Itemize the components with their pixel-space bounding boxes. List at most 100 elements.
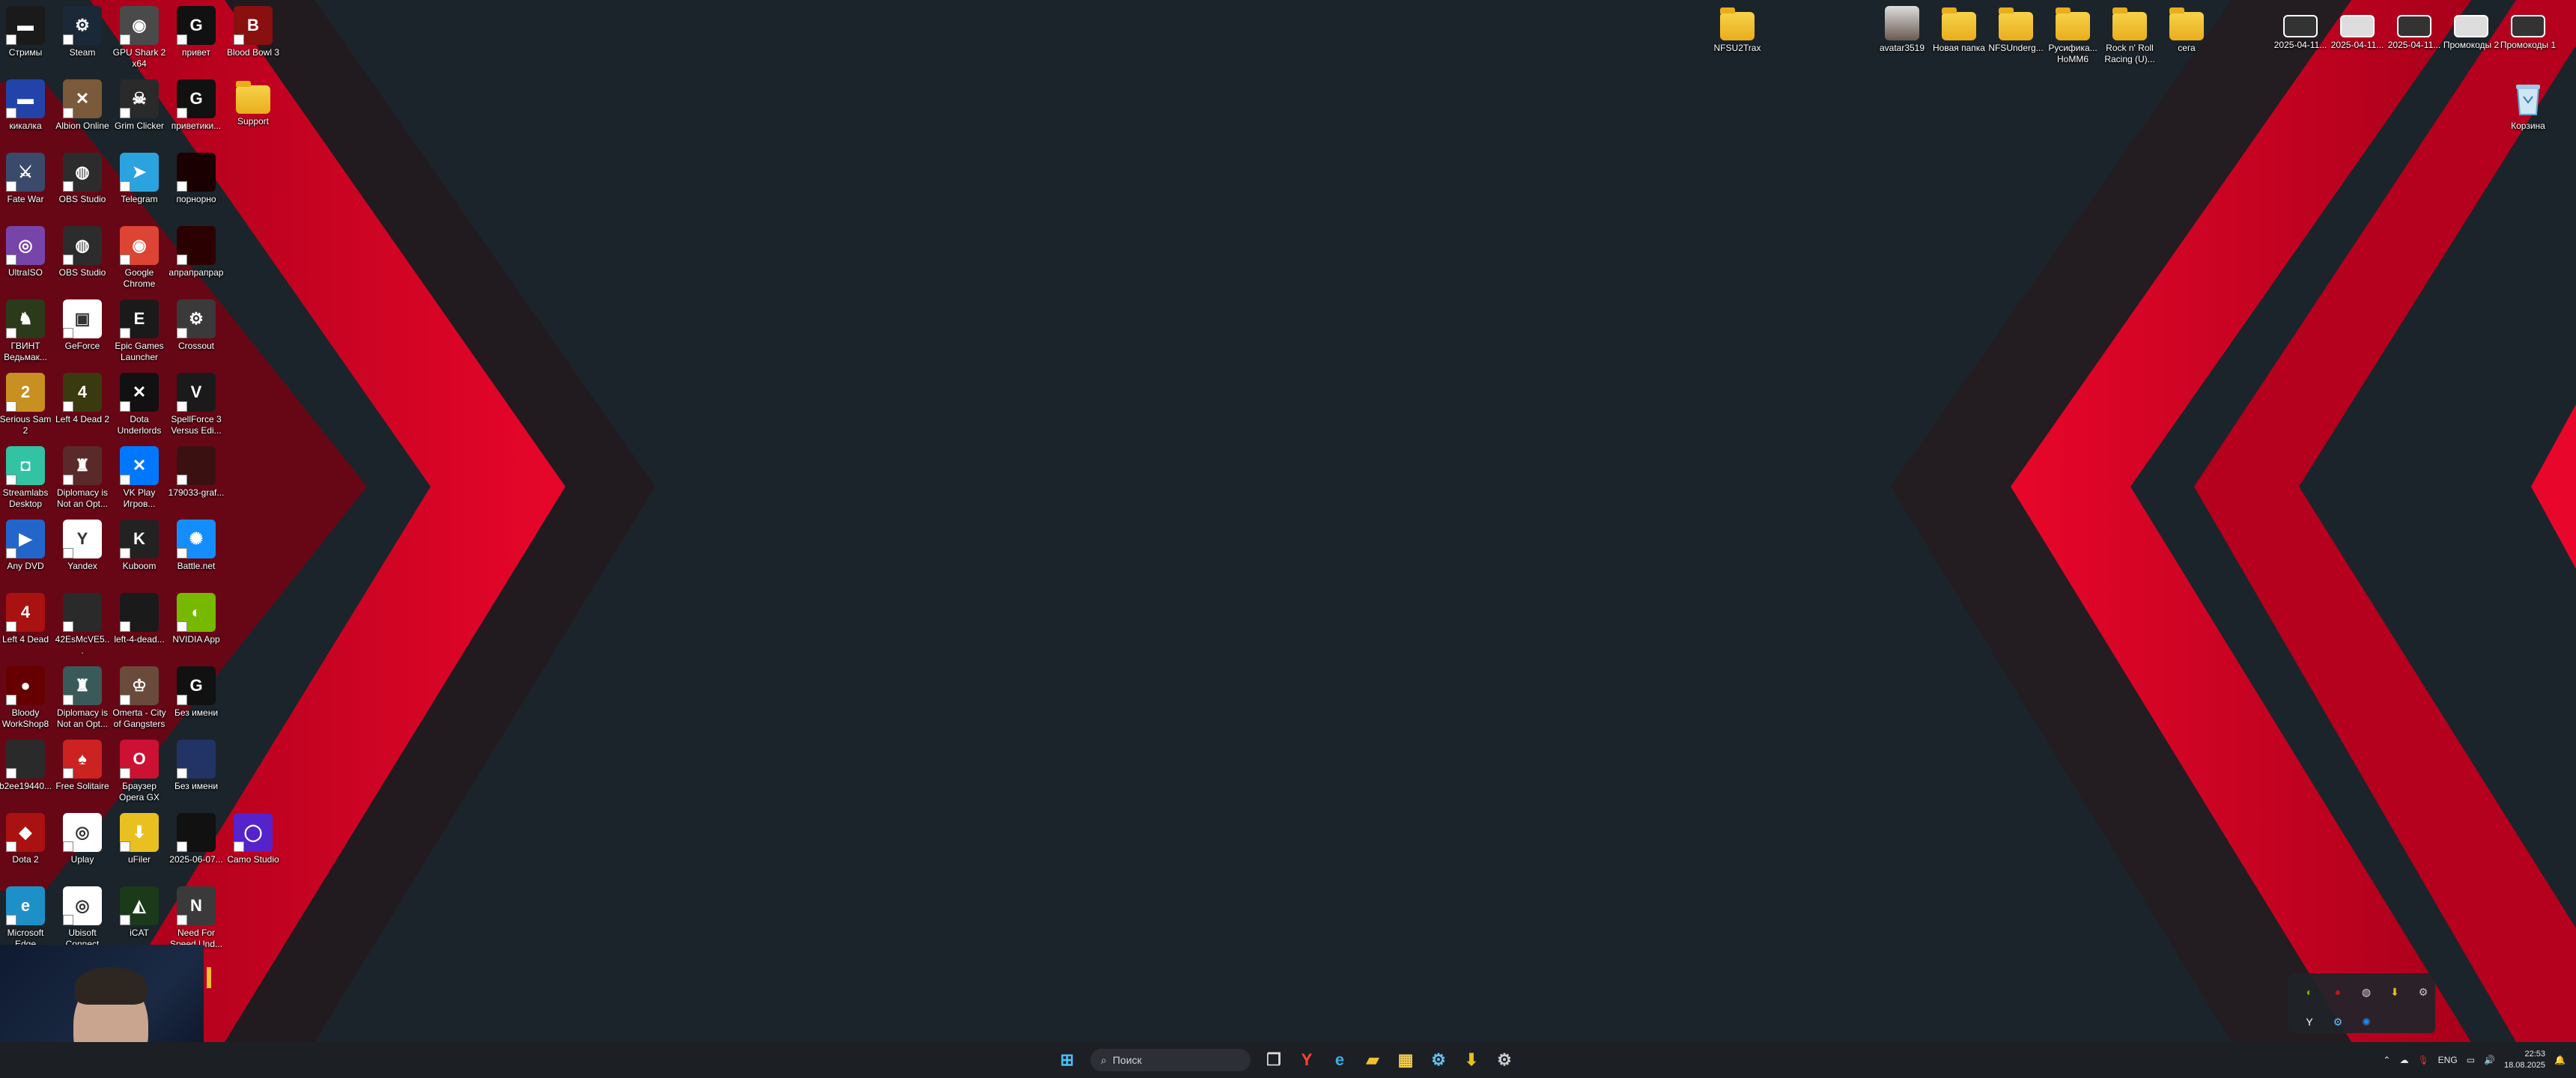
desktop-icon[interactable]: Y Yandex <box>54 520 111 572</box>
desktop-icon[interactable]: Gпривет <box>168 6 225 58</box>
desktop-icon[interactable]: NFSUnderg... <box>1987 6 2044 54</box>
desktop-icon[interactable]: ⚔ Fate War <box>0 153 54 205</box>
desktop-icon[interactable]: ◭ iCAT <box>111 886 168 939</box>
chevron-up-icon[interactable]: ⌃ <box>2383 1055 2390 1065</box>
desktop-icon[interactable]: ◎ UltraISO <box>0 226 54 278</box>
battlenet-icon[interactable]: ✺ <box>2353 1008 2380 1036</box>
desktop-icon[interactable]: 4 Left 4 Dead <box>0 593 54 645</box>
recycle-bin[interactable]: Корзина <box>2500 79 2557 132</box>
gpu-shark-icon: ◉ <box>120 6 159 45</box>
desktop-icon[interactable]: ➤ Telegram <box>111 153 168 205</box>
desktop-icon[interactable]: left-4-dead... <box>111 593 168 645</box>
desktop-icon[interactable]: ▬ кикалка <box>0 79 54 132</box>
taskbar-yandex-browser-button[interactable]: Y <box>1292 1046 1321 1074</box>
vk-play-icon: ✕ <box>120 446 159 485</box>
desktop-icon[interactable]: ⬇ uFiler <box>111 813 168 865</box>
microphone-icon[interactable]: 🎙 <box>2417 1055 2428 1065</box>
desktop-icon[interactable]: ♜ Diplomacy is Not an Opt... <box>54 666 111 730</box>
cloud-icon[interactable]: ☁ <box>2399 1055 2408 1065</box>
desktop-icon[interactable]: N Need For Speed Und... <box>168 886 225 950</box>
desktop-icon[interactable]: avatar3519 <box>1874 6 1931 54</box>
desktop-icon[interactable]: B Blood Bowl 3 <box>225 6 282 58</box>
desktop-icon[interactable]: ▶ Any DVD <box>0 520 54 572</box>
desktop-icon[interactable]: ✺ Battle.net <box>168 520 225 572</box>
desktop-icon[interactable]: ◍ OBS Studio <box>54 153 111 205</box>
desktop-icon[interactable]: сега <box>2158 6 2215 54</box>
desktop-icon[interactable]: ✕ Albion Online <box>54 79 111 132</box>
desktop-icon[interactable]: ◆ Dota 2 <box>0 813 54 865</box>
desktop-icon[interactable]: 42EsMcVE5... <box>54 593 111 657</box>
desktop-icon[interactable]: NFSU2Trax <box>1709 6 1766 54</box>
desktop-icon[interactable]: 2025-04-11... <box>2386 6 2443 51</box>
desktop-icon[interactable]: Промокоды 2 <box>2443 6 2500 51</box>
desktop-icon[interactable]: 4 Left 4 Dead 2 <box>54 373 111 425</box>
desktop-icon[interactable]: E Epic Games Launcher <box>111 299 168 363</box>
obs-icon: ◍ <box>63 226 102 265</box>
desktop-icon[interactable]: ● Bloody WorkShop8 <box>0 666 54 730</box>
desktop-icon[interactable]: V SpellForce 3 Versus Edi... <box>168 373 225 436</box>
taskbar-edge-button[interactable]: e <box>1325 1046 1354 1074</box>
taskbar-start-button-button[interactable]: ⊞ <box>1053 1046 1081 1074</box>
taskbar-cheat-engine-button[interactable]: ⚙ <box>1490 1046 1519 1074</box>
desktop-icon[interactable]: ▬ Стримы <box>0 6 54 58</box>
language-indicator[interactable]: ENG <box>2438 1055 2458 1065</box>
desktop-icon[interactable]: Новая папка <box>1931 6 1987 54</box>
desktop-icon[interactable]: Русифика... HoMM6 <box>2044 6 2101 65</box>
desktop-icon[interactable]: ◯ Camo Studio <box>225 813 282 865</box>
desktop-icon[interactable]: O Браузер Opera GX <box>111 740 168 803</box>
desktop-icon[interactable]: 2025-04-11... <box>2329 6 2386 51</box>
desktop-icon[interactable]: G Без имени <box>168 666 225 719</box>
desktop-icon[interactable]: ⚙ Crossout <box>168 299 225 352</box>
desktop-icon[interactable]: 2025-06-07... <box>168 813 225 865</box>
desktop-icon[interactable]: ◎ Uplay <box>54 813 111 865</box>
desktop-icon[interactable]: порнорно <box>168 153 225 205</box>
desktop-icon[interactable]: Промокоды 1 <box>2500 6 2557 51</box>
desktop-icon[interactable]: ⚙ Steam <box>54 6 111 58</box>
desktop-icon[interactable]: ◎ Ubisoft Connect <box>54 886 111 950</box>
yandex-icon[interactable]: Y <box>2296 1008 2323 1036</box>
icon-glyph: 2 <box>20 383 31 401</box>
desktop-icon[interactable]: 2025-04-11... <box>2272 6 2329 51</box>
desktop-icon[interactable]: ▣ GeForce <box>54 299 111 352</box>
obs-icon[interactable]: ◍ <box>2353 978 2380 1006</box>
desktop-icon-label: GeForce <box>64 341 100 351</box>
desktop-icon[interactable]: ✕ Dota Underlords <box>111 373 168 436</box>
cheat-engine-icon[interactable]: ⚙ <box>2410 978 2437 1006</box>
desktop-icon[interactable]: ♞ ГВИНТ Ведьмак... <box>0 299 54 363</box>
tray-overflow-flyout[interactable]: ◐ ● ◍ ⬇ ⚙ Y ⚙ ✺ <box>2288 973 2435 1033</box>
desktop-icon[interactable]: e Microsoft Edge <box>0 886 54 950</box>
desktop-icon[interactable]: Gприветики... <box>168 79 225 132</box>
desktop-icon[interactable]: ☠ Grim Clicker <box>111 79 168 132</box>
desktop-icon[interactable]: ♠ Free Solitaire <box>54 740 111 792</box>
desktop-icon[interactable]: ◉ GPU Shark 2 x64 <box>111 6 168 70</box>
desktop-icon[interactable]: ◐ NVIDIA App <box>168 593 225 645</box>
clock[interactable]: 22:53 18.08.2025 <box>2504 1049 2545 1071</box>
desktop-icon[interactable]: ♜ Diplomacy is Not an Opt... <box>54 446 111 510</box>
taskbar-ufiler-button[interactable]: ⬇ <box>1457 1046 1486 1074</box>
taskbar-task-view-button[interactable]: ❐ <box>1260 1046 1288 1074</box>
desktop-icon[interactable]: ✕ VK Play Игров... <box>111 446 168 510</box>
volume-icon[interactable]: 🔊 <box>2484 1055 2495 1065</box>
desktop-icon[interactable]: апрапрапрар <box>168 226 225 278</box>
steam-icon[interactable]: ⚙ <box>2324 1008 2351 1036</box>
taskbar-steam-button[interactable]: ⚙ <box>1424 1046 1453 1074</box>
desktop-icon[interactable]: ◘ Streamlabs Desktop <box>0 446 54 510</box>
notification-bell-icon[interactable]: 🔔 <box>2554 1055 2566 1065</box>
taskbar-search-box[interactable]: ⌕ Поиск <box>1090 1049 1251 1071</box>
desktop-icon[interactable]: Без имени <box>168 740 225 792</box>
ufiler-icon[interactable]: ⬇ <box>2381 978 2408 1006</box>
taskbar-store-button[interactable]: ▦ <box>1391 1046 1420 1074</box>
desktop-icon[interactable]: 2 Serious Sam 2 <box>0 373 54 436</box>
nvidia-icon[interactable]: ◐ <box>2296 978 2323 1006</box>
desktop-icon[interactable]: ◉ Google Chrome <box>111 226 168 290</box>
desktop-icon[interactable]: ♔ Omerta - City of Gangsters <box>111 666 168 730</box>
desktop-icon[interactable]: K Kuboom <box>111 520 168 572</box>
desktop-icon[interactable]: ◍ OBS Studio <box>54 226 111 278</box>
desktop-icon[interactable]: Support <box>225 79 282 127</box>
desktop-icon[interactable]: Rock n' Roll Racing (U)... <box>2101 6 2158 65</box>
desktop-icon[interactable]: b2ee19440... <box>0 740 54 792</box>
taskbar-file-explorer-button[interactable]: ▰ <box>1358 1046 1387 1074</box>
network-icon[interactable]: ▭ <box>2467 1055 2475 1065</box>
bloody-icon[interactable]: ● <box>2324 978 2351 1006</box>
desktop-icon[interactable]: 179033-graf... <box>168 446 225 499</box>
